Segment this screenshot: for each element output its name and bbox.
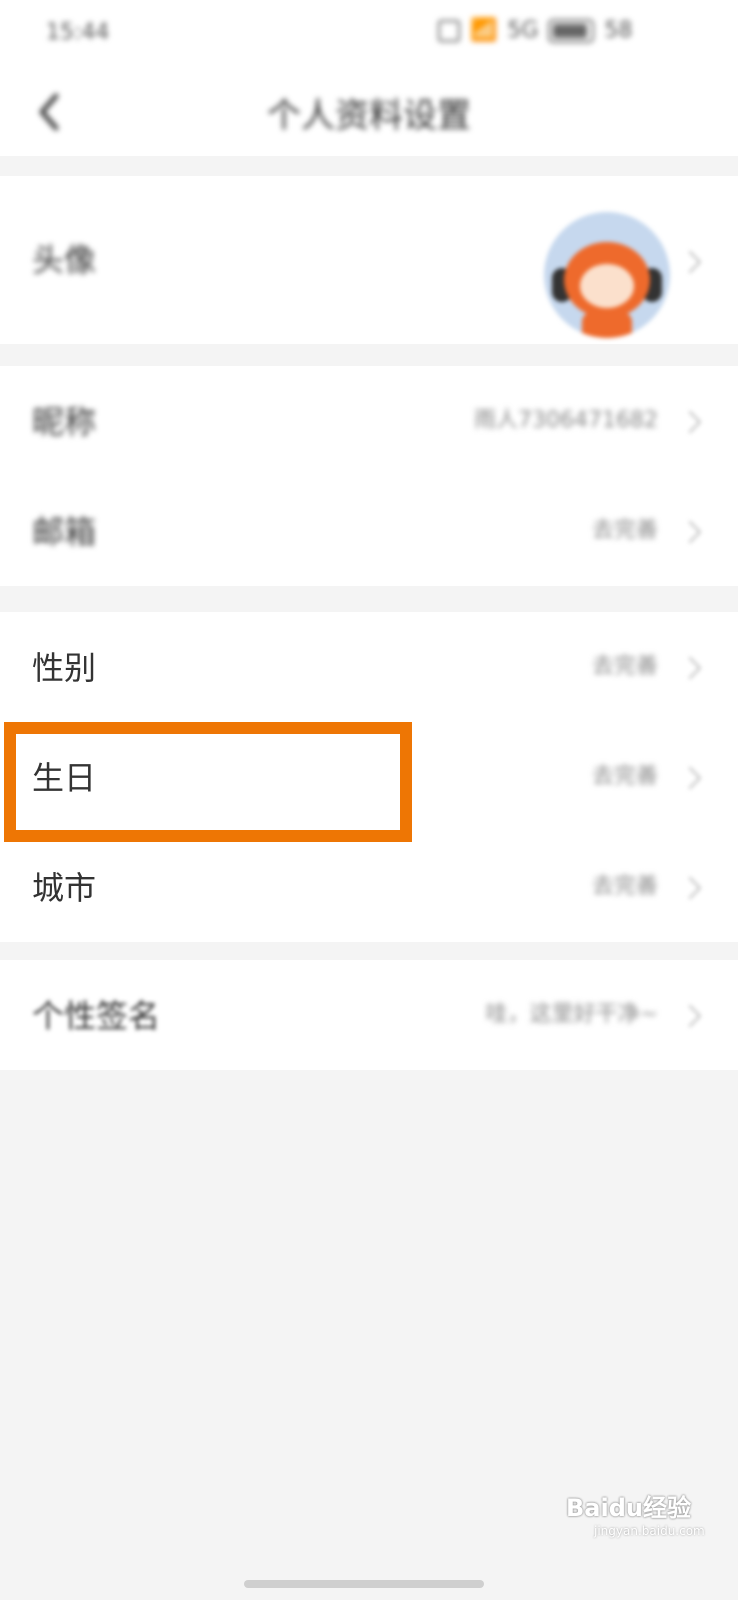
page-title: 个人资料设置 <box>267 96 471 136</box>
watermark-logo: Baidu经验 <box>566 1494 691 1522</box>
avatar-face-inner <box>580 264 634 308</box>
gender-row[interactable]: 性别 去完善 <box>0 612 738 722</box>
status-icons: 📶 5G 58 <box>438 18 632 43</box>
chevron-right-icon <box>678 766 702 790</box>
battery-level: 58 <box>604 18 633 43</box>
watermark-url: jingyan.baidu.com <box>594 1524 705 1538</box>
chevron-right-icon <box>678 876 702 900</box>
nickname-value: 雨人7306471682 <box>474 408 658 433</box>
avatar-body <box>582 312 632 338</box>
highlight-box <box>4 722 412 842</box>
account-card: 昵称 雨人7306471682 邮箱 去完善 <box>0 366 738 586</box>
signature-label: 个性签名 <box>32 997 161 1035</box>
header: 个人资料设置 <box>0 68 738 156</box>
signal-text: 5G <box>507 18 539 43</box>
email-row[interactable]: 邮箱 去完善 <box>0 476 738 586</box>
nickname-row[interactable]: 昵称 雨人7306471682 <box>0 366 738 476</box>
status-bar: 15:44 📶 5G 58 <box>0 0 738 68</box>
wifi-icon: 📶 <box>470 18 498 43</box>
email-value: 去完善 <box>591 518 658 543</box>
screenshot-icon <box>438 19 460 42</box>
birthday-value: 去完善 <box>591 764 658 789</box>
chevron-right-icon <box>678 1004 702 1028</box>
avatar-label: 头像 <box>32 241 97 279</box>
city-label: 城市 <box>32 869 97 907</box>
chevron-right-icon <box>678 520 702 544</box>
signature-card: 个性签名 哇，这里好干净~ <box>0 960 738 1070</box>
city-row[interactable]: 城市 去完善 <box>0 832 738 942</box>
avatar-card: 头像 <box>0 176 738 344</box>
signature-row[interactable]: 个性签名 哇，这里好干净~ <box>0 960 738 1070</box>
home-indicator[interactable] <box>244 1580 484 1588</box>
avatar[interactable] <box>544 212 670 338</box>
signature-value: 哇，这里好干净~ <box>485 1002 658 1027</box>
battery-icon <box>548 18 595 43</box>
email-label: 邮箱 <box>32 513 97 551</box>
nickname-label: 昵称 <box>32 403 97 441</box>
gender-label: 性别 <box>32 649 97 687</box>
chevron-right-icon <box>678 410 702 434</box>
city-value: 去完善 <box>591 874 658 899</box>
gender-value: 去完善 <box>591 654 658 679</box>
chevron-right-icon <box>678 656 702 680</box>
status-time: 15:44 <box>46 20 110 45</box>
